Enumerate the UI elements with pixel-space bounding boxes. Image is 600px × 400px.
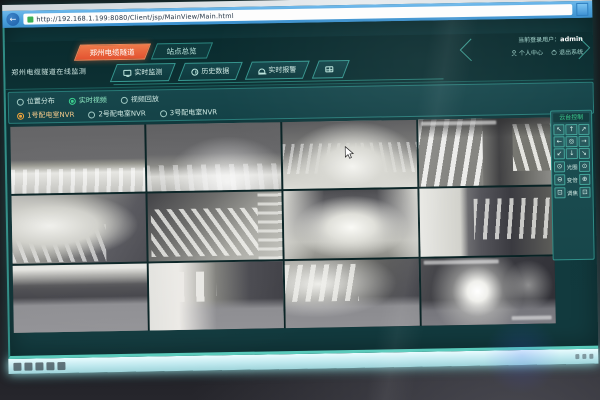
tab-cable-tunnel[interactable]: 郑州电缆隧道 <box>74 43 151 60</box>
mouse-cursor <box>345 146 354 159</box>
toolbar-realtime-monitor-button[interactable]: 实时监测 <box>110 63 176 82</box>
camera-name-overlay <box>511 315 551 320</box>
grid-icon <box>325 66 333 72</box>
focus-far-button[interactable]: ⊡ <box>579 187 590 198</box>
page-tabs: 郑州电缆隧道 站点总览 <box>77 42 210 60</box>
radio-icon <box>88 111 95 118</box>
zoom-label: 变倍 <box>567 176 578 184</box>
taskbar-app-icon[interactable] <box>46 362 54 370</box>
radio-location-map[interactable]: 位置分布 <box>17 96 55 107</box>
toolbar-realtime-alarm-button[interactable]: 实时报警 <box>245 61 310 80</box>
camera-feed-08[interactable] <box>419 187 554 257</box>
camera-feed-05[interactable] <box>11 194 146 264</box>
iris-plus-button[interactable]: ⊙ <box>579 161 590 172</box>
camera-feed-07[interactable] <box>283 189 418 259</box>
focus-near-button[interactable]: ⊡ <box>554 187 565 198</box>
camera-feed-02[interactable] <box>146 122 281 192</box>
radio-icon <box>17 98 24 105</box>
ptz-up-button[interactable]: ↑ <box>566 124 578 135</box>
browser-back-button[interactable]: ← <box>6 13 19 26</box>
ptz-down-button[interactable]: ↓ <box>566 148 578 159</box>
radio-nvr-1[interactable]: 1号配电室NVR <box>17 110 75 121</box>
radio-icon <box>17 112 24 119</box>
user-block: 当前登录用户：admin 个人中心 退出系统 <box>483 34 583 58</box>
timestamp-overlay <box>424 259 499 264</box>
radio-icon <box>121 96 128 103</box>
camera-feed-06[interactable] <box>147 192 282 262</box>
radio-icon <box>69 97 76 104</box>
iris-label: 光圈 <box>566 163 577 171</box>
system-tray-icon[interactable] <box>575 354 579 359</box>
power-icon <box>551 49 557 55</box>
toolbar-label: 实时监测 <box>134 67 162 77</box>
url-text[interactable]: http://192.168.1.199:8080/Client/jsp/Mai… <box>36 11 234 22</box>
radio-icon <box>160 110 167 117</box>
history-icon <box>191 68 198 75</box>
ptz-direction-pad: ↖ ↑ ↗ ← ◎ → ↙ ↓ ↘ <box>553 124 590 160</box>
ptz-panel-title: 云台控制 <box>553 113 589 123</box>
ptz-right-button[interactable]: → <box>578 136 590 147</box>
toolbar-layout-button[interactable] <box>312 60 350 79</box>
start-button-icon[interactable] <box>13 362 21 370</box>
toolbar-label: 历史数据 <box>201 66 229 76</box>
login-label: 当前登录用户： <box>518 36 560 44</box>
ptz-focus-row: ⊡ 调焦 ⊡ <box>554 187 590 199</box>
camera-feed-11[interactable] <box>285 258 420 328</box>
monitor-screen: ← http://192.168.1.199:8080/Client/jsp/M… <box>2 0 598 374</box>
zoom-out-button[interactable]: ⊖ <box>554 174 565 185</box>
taskbar-app-icon[interactable] <box>57 361 65 369</box>
ptz-zoom-row: ⊖ 变倍 ⊕ <box>554 174 590 186</box>
profile-link[interactable]: 个人中心 <box>511 48 543 58</box>
system-tray-icon[interactable] <box>589 354 593 359</box>
tab-site-overview[interactable]: 站点总览 <box>151 42 213 59</box>
taskbar-app-icon[interactable] <box>24 362 32 370</box>
ptz-down-left-button[interactable]: ↙ <box>554 148 566 159</box>
system-tray-icon[interactable] <box>582 354 586 359</box>
photo-of-monitor: { "browser": { "url": "http://192.168.1.… <box>0 0 600 400</box>
camera-feed-04[interactable] <box>418 117 553 187</box>
surveillance-page: 郑州电缆隧道在线监测 郑州电缆隧道 站点总览 实时监测 历史数据 实时报警 <box>3 18 599 359</box>
taskbar-app-icon[interactable] <box>35 362 43 370</box>
person-icon <box>511 50 517 56</box>
radio-nvr-2[interactable]: 2号配电室NVR <box>88 109 146 120</box>
radio-video-playback[interactable]: 视频回放 <box>121 94 159 105</box>
zoom-in-button[interactable]: ⊕ <box>579 174 590 185</box>
ptz-center-button[interactable]: ◎ <box>566 136 578 147</box>
username: admin <box>560 35 583 43</box>
site-title: 郑州电缆隧道在线监测 <box>11 67 86 78</box>
monitor-icon <box>123 70 131 76</box>
toolbar-history-data-button[interactable]: 历史数据 <box>178 62 243 81</box>
camera-feed-10[interactable] <box>149 261 284 331</box>
timestamp-overlay <box>421 120 496 125</box>
ptz-up-right-button[interactable]: ↗ <box>578 124 590 135</box>
logout-link[interactable]: 退出系统 <box>551 47 583 57</box>
taskbar-spacer <box>68 357 572 366</box>
ptz-iris-row: ⊙ 光圈 ⊙ <box>554 161 590 173</box>
radio-live-video[interactable]: 实时视频 <box>69 95 107 106</box>
toolbar-label: 实时报警 <box>268 65 296 75</box>
ptz-down-right-button[interactable]: ↘ <box>578 148 590 159</box>
camera-feed-01[interactable] <box>10 125 145 195</box>
alarm-icon <box>258 68 265 73</box>
browser-window-control[interactable] <box>576 3 588 16</box>
radio-nvr-3[interactable]: 3号配电室NVR <box>160 107 218 118</box>
video-wall-grid <box>10 117 556 332</box>
ptz-left-button[interactable]: ← <box>554 136 566 147</box>
iris-minus-button[interactable]: ⊙ <box>554 161 565 172</box>
site-favicon-icon <box>27 16 33 22</box>
ptz-control-panel: 云台控制 ↖ ↑ ↗ ← ◎ → ↙ ↓ ↘ ⊙ 光圈 ⊙ ⊖ 变倍 ⊕ <box>550 110 595 261</box>
focus-label: 调焦 <box>567 189 578 197</box>
camera-feed-12[interactable] <box>421 256 556 326</box>
camera-feed-09[interactable] <box>13 263 148 333</box>
ptz-up-left-button[interactable]: ↖ <box>553 124 565 135</box>
